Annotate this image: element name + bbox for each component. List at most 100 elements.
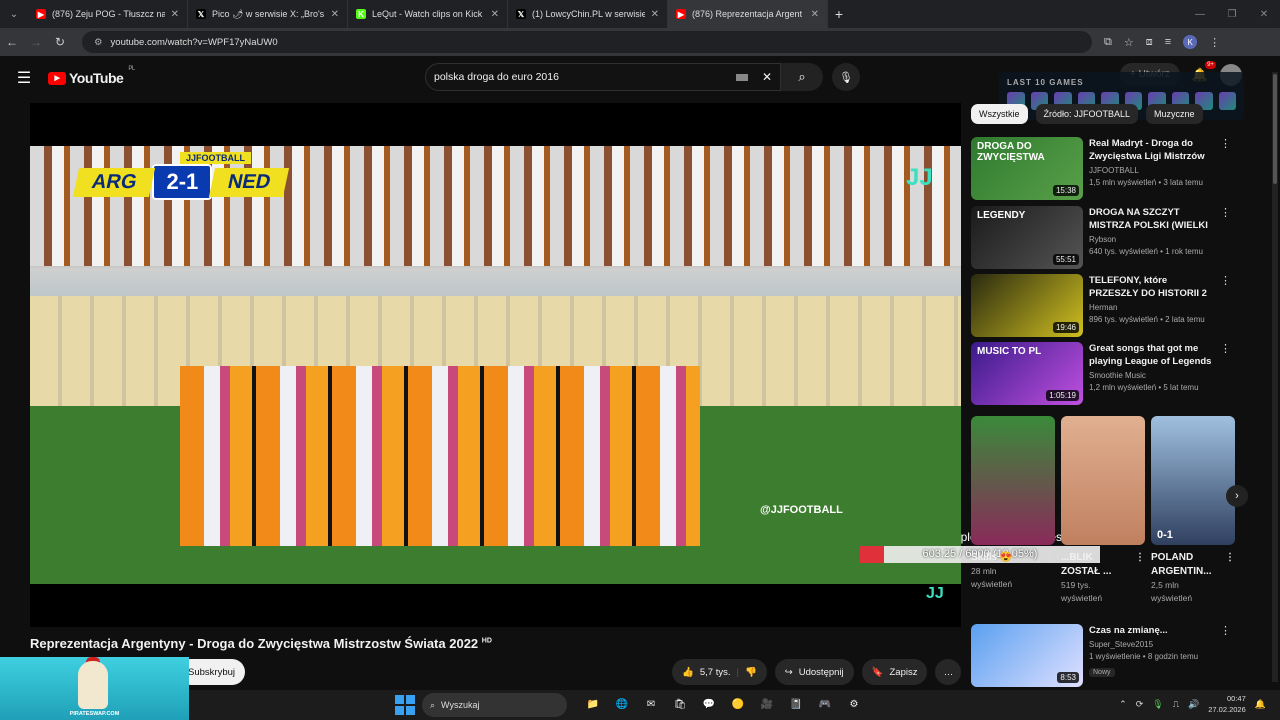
short-thumbnail[interactable] <box>1061 416 1145 545</box>
video-thumbnail[interactable]: MUSIC TO PL 1:05:19 <box>971 342 1083 405</box>
recommended-video[interactable]: LEGENDY 55:51 DROGA NA SZCZYT MISTRZA PO… <box>971 206 1231 269</box>
short-item[interactable]: ...BLIK ZOSTAŁ ... ⋮ 519 tys. wyświetleń <box>1061 416 1145 605</box>
taskbar-app-icon[interactable]: 🎮 <box>815 694 835 714</box>
taskbar-search[interactable]: ⌕ Wyszukaj <box>422 693 567 717</box>
browser-menu-icon[interactable]: ⋮ <box>1209 36 1220 49</box>
rec-channel[interactable]: Super_Steve2015 <box>1089 640 1217 649</box>
short-title[interactable]: POLAND ARGENTIN... ⋮ <box>1151 551 1235 579</box>
rec-channel[interactable]: JJFOOTBALL <box>1089 166 1217 175</box>
close-tab-icon[interactable]: ✕ <box>171 9 179 20</box>
short-item[interactable]: 0-1 POLAND ARGENTIN... ⋮ 2,5 mln wyświetl… <box>1151 416 1235 605</box>
site-info-icon[interactable]: ⚙ <box>94 37 103 48</box>
network-icon[interactable]: ⎍ <box>1173 699 1179 710</box>
browser-tab[interactable]: K LeQut - Watch clips on Kick ✕ <box>348 0 508 28</box>
filter-chip[interactable]: Źródło: JJFOOTBALL <box>1035 104 1139 124</box>
more-options-icon[interactable]: ⋮ <box>1220 274 1231 287</box>
filter-chip[interactable]: Muzyczne <box>1146 104 1203 124</box>
maximize-icon[interactable]: ❐ <box>1216 0 1248 28</box>
more-options-icon[interactable]: ⋮ <box>1045 551 1055 565</box>
recommended-video[interactable]: 8:53 Czas na zmianę... Super_Steve2015 1… <box>971 624 1231 687</box>
thumbs-down-icon[interactable]: 👎 <box>745 667 757 678</box>
rec-channel[interactable]: Smoothie Music <box>1089 371 1217 380</box>
keyboard-icon[interactable] <box>735 73 748 81</box>
taskbar-app-icon[interactable]: 🌐 <box>612 694 632 714</box>
save-button[interactable]: 🔖 Zapisz <box>861 659 928 685</box>
search-button[interactable]: ⌕ <box>781 63 823 91</box>
rec-title[interactable]: DROGA NA SZCZYT MISTRZA POLSKI (WIELKI P… <box>1089 206 1217 232</box>
video-thumbnail[interactable]: 8:53 <box>971 624 1083 687</box>
page-scrollbar[interactable] <box>1272 72 1278 682</box>
more-options-icon[interactable]: ⋮ <box>1135 551 1145 565</box>
taskbar-app-icon[interactable]: 📁 <box>583 694 603 714</box>
shorts-next-arrow-icon[interactable]: › <box>1226 485 1248 507</box>
taskbar-app-icon[interactable]: 🟡 <box>728 694 748 714</box>
video-thumbnail[interactable]: LEGENDY 55:51 <box>971 206 1083 269</box>
tray-chevron-icon[interactable]: ⌃ <box>1119 699 1127 710</box>
taskbar-app-icon[interactable]: ⚙ <box>844 694 864 714</box>
rec-channel[interactable]: Herman <box>1089 303 1217 312</box>
search-input[interactable]: polska droga do euro 2016 ✕ <box>425 63 781 91</box>
taskbar-app-icon[interactable]: 📓 <box>786 694 806 714</box>
close-tab-icon[interactable]: ✕ <box>811 9 819 20</box>
profile-avatar[interactable]: K <box>1183 35 1198 49</box>
forward-icon[interactable]: → <box>24 35 48 49</box>
video-player[interactable]: JJFOOTBALL ARG 2-1 NED JJ @JJFOOTBALL JJ <box>30 103 961 627</box>
video-thumbnail[interactable]: DROGA DO ZWYCIĘSTWA 15:38 <box>971 137 1083 200</box>
share-button[interactable]: ↪ Udostępnij <box>774 659 854 685</box>
mic-tray-icon[interactable]: 🎙 <box>1152 699 1163 710</box>
volume-icon[interactable]: 🔊 <box>1188 699 1199 710</box>
new-tab-button[interactable]: + <box>828 6 850 22</box>
like-button[interactable]: 👍 5,7 tys. | 👎 <box>672 659 767 685</box>
short-thumbnail[interactable] <box>971 416 1055 545</box>
recommended-video[interactable]: DROGA DO ZWYCIĘSTWA 15:38 Real Madryt - … <box>971 137 1231 200</box>
more-options-icon[interactable]: ⋮ <box>1220 624 1231 637</box>
more-options-icon[interactable]: ⋮ <box>1220 206 1231 219</box>
back-icon[interactable]: ← <box>0 35 24 49</box>
scrollbar-thumb[interactable] <box>1273 74 1277 184</box>
taskbar-app-icon[interactable]: 🎥 <box>757 694 777 714</box>
windows-start-icon[interactable] <box>395 695 415 715</box>
cast-icon[interactable]: ⧉ <box>1104 36 1112 49</box>
short-title[interactable]: ...BLIK ZOSTAŁ ... ⋮ <box>1061 551 1145 579</box>
channel-branding-icon[interactable]: JJ <box>926 585 944 603</box>
rec-title[interactable]: TELEFONY, które PRZESZŁY DO HISTORII 2 <box>1089 274 1217 300</box>
browser-tab[interactable]: ▶ (876) Zeju POG - Tłuszcz na bet ✕ <box>28 0 188 28</box>
close-tab-icon[interactable]: ✕ <box>651 9 659 20</box>
voice-search-button[interactable]: 🎙 <box>832 63 860 91</box>
close-tab-icon[interactable]: ✕ <box>331 9 339 20</box>
short-item[interactable]: Skills 😍 ⋮ 28 mln wyświetleń <box>971 416 1055 605</box>
close-window-icon[interactable]: ✕ <box>1248 0 1280 28</box>
more-options-icon[interactable]: ⋮ <box>1225 551 1235 565</box>
browser-tab[interactable]: 𝕏 (1) LowcyChin.PL w serwisie X: „ ✕ <box>508 0 668 28</box>
notification-center-icon[interactable]: 🔔 <box>1255 699 1266 710</box>
video-thumbnail[interactable]: 19:46 <box>971 274 1083 337</box>
short-thumbnail[interactable]: 0-1 <box>1151 416 1235 545</box>
url-field[interactable]: ⚙ youtube.com/watch?v=WPF17yNaUW0 <box>82 31 1092 53</box>
bookmark-star-icon[interactable]: ☆ <box>1124 36 1134 49</box>
clock[interactable]: 00:47 27.02.2026 <box>1208 693 1246 715</box>
rec-title[interactable]: Real Madryt - Droga do Zwycięstwa Ligi M… <box>1089 137 1217 163</box>
more-actions-button[interactable]: … <box>935 659 962 685</box>
more-options-icon[interactable]: ⋮ <box>1220 137 1231 150</box>
rec-title[interactable]: Czas na zmianę... <box>1089 624 1217 637</box>
close-tab-icon[interactable]: ✕ <box>491 9 499 20</box>
tray-sync-icon[interactable]: ⟳ <box>1136 699 1144 710</box>
guide-menu-icon[interactable]: ☰ <box>0 68 48 88</box>
taskbar-app-icon[interactable]: 🛍 <box>670 694 690 714</box>
filter-chip[interactable]: Wszystkie <box>971 104 1028 124</box>
browser-tab[interactable]: ▶ (876) Reprezentacja Argent ✕ <box>668 0 828 28</box>
taskbar-app-icon[interactable]: 💬 <box>699 694 719 714</box>
clear-search-icon[interactable]: ✕ <box>762 70 772 84</box>
browser-tab[interactable]: 𝕏 Pico 🌶 w serwisie X: „Bro's dont ✕ <box>188 0 348 28</box>
more-options-icon[interactable]: ⋮ <box>1220 342 1231 355</box>
youtube-logo[interactable]: ▶ YouTube PL <box>48 66 135 86</box>
reload-icon[interactable]: ↻ <box>48 35 72 49</box>
taskbar-app-icon[interactable]: ✉ <box>641 694 661 714</box>
minimize-icon[interactable]: — <box>1184 0 1216 28</box>
rec-title[interactable]: Great songs that got me playing League o… <box>1089 342 1217 368</box>
reading-list-icon[interactable]: ≡ <box>1165 36 1171 48</box>
tab-search-icon[interactable]: ⌄ <box>0 0 28 28</box>
extensions-icon[interactable]: ⧈ <box>1146 36 1153 49</box>
short-title[interactable]: Skills 😍 ⋮ <box>971 551 1055 565</box>
rec-channel[interactable]: Rybson <box>1089 235 1217 244</box>
